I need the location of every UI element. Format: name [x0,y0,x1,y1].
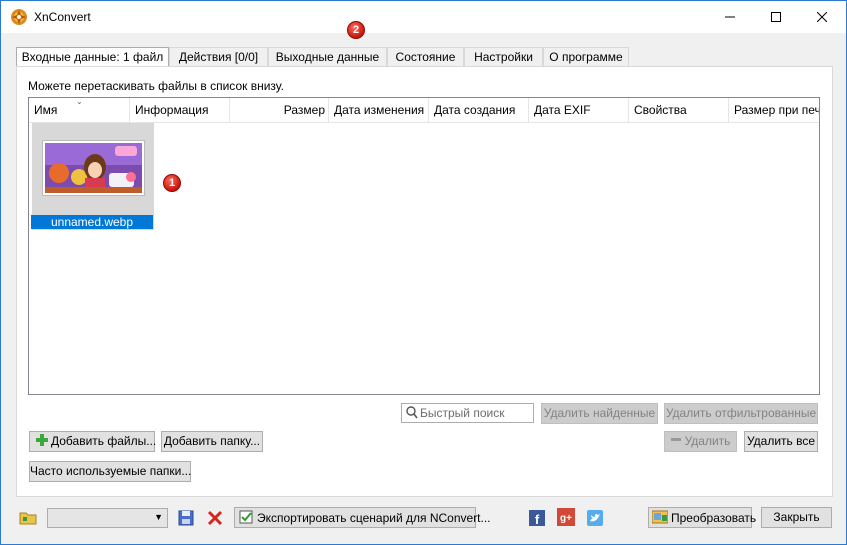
column-header-print-size[interactable]: Размер при печ [729,98,819,123]
column-header-info[interactable]: Информация [130,98,230,123]
google-plus-icon[interactable]: g+ [557,508,575,526]
xnconvert-logo-icon [11,9,27,25]
delete-found-button[interactable]: Удалить найденные [541,403,658,424]
close-icon [816,11,828,23]
convert-icon [651,510,669,524]
file-list[interactable]: ⌄ Имя Информация Размер Дата изменения Д… [28,97,820,395]
column-header-created[interactable]: Дата создания [429,98,529,123]
column-header-size[interactable]: Размер [230,98,329,123]
maximize-icon [771,12,781,22]
add-icon [36,433,48,446]
preset-dropdown[interactable]: ▼ [47,508,168,528]
column-header-exif[interactable]: Дата EXIF [529,98,629,123]
file-list-header: ⌄ Имя Информация Размер Дата изменения Д… [29,98,819,123]
tab-output[interactable]: Выходные данные [268,47,387,67]
file-item[interactable] [32,123,154,230]
file-name-label[interactable]: unnamed.webp [31,215,153,229]
game-screenshot-thumbnail-icon [42,140,145,196]
tab-input[interactable]: Входные данные: 1 файл [16,47,169,68]
window-title: XnConvert [34,10,91,24]
delete-icon[interactable] [206,509,224,527]
search-icon [406,405,418,424]
quick-search-placeholder: Быстрый поиск [420,406,505,420]
export-nconvert-label: Экспортировать сценарий для NConvert... [257,511,491,525]
minimize-button[interactable] [707,1,753,33]
chevron-down-icon: ▼ [154,512,163,522]
add-files-label: Добавить файлы... [51,434,157,448]
delete-all-button[interactable]: Удалить все [744,431,818,452]
twitter-icon[interactable] [587,510,605,528]
minus-icon [670,432,681,442]
svg-text:g+: g+ [560,513,572,524]
delete-label: Удалить [684,434,731,448]
tab-settings[interactable]: Настройки [464,47,543,67]
convert-label: Преобразовать [671,511,757,525]
callout-badge-2: 2 [347,21,365,39]
add-folder-button[interactable]: Добавить папку... [161,431,263,452]
column-header-name[interactable]: Имя [29,98,130,123]
title-bar: XnConvert [1,1,846,33]
save-icon[interactable] [177,509,195,527]
delete-filtered-button[interactable]: Удалить отфильтрованные [664,403,818,424]
frequent-folders-button[interactable]: Часто используемые папки... [29,461,191,482]
folder-icon[interactable] [19,509,37,527]
app-window: XnConvert 2 Входные данные: 1 файл Дейст… [0,0,847,545]
facebook-icon[interactable]: f [529,510,547,528]
add-files-button[interactable]: Добавить файлы... [29,431,157,452]
svg-text:f: f [535,512,540,527]
column-header-properties[interactable]: Свойства [629,98,729,123]
close-button[interactable]: Закрыть [761,507,832,528]
column-header-modified[interactable]: Дата изменения [329,98,429,123]
close-window-button[interactable] [799,1,845,33]
drag-drop-hint: Можете перетаскивать файлы в список вниз… [28,79,284,93]
convert-button[interactable]: Преобразовать [648,507,756,528]
export-nconvert-button[interactable]: Экспортировать сценарий для NConvert... [234,507,491,528]
tab-status[interactable]: Состояние [387,47,464,67]
export-script-icon [239,510,253,524]
callout-badge-1: 1 [163,174,181,192]
maximize-button[interactable] [753,1,799,33]
delete-button[interactable]: Удалить [664,431,737,452]
tab-actions[interactable]: Действия [0/0] [169,47,268,67]
minimize-icon [725,16,735,18]
tab-about[interactable]: О программе [543,47,629,67]
bottom-separator [1,497,846,498]
quick-search-input[interactable]: Быстрый поиск [401,403,534,423]
